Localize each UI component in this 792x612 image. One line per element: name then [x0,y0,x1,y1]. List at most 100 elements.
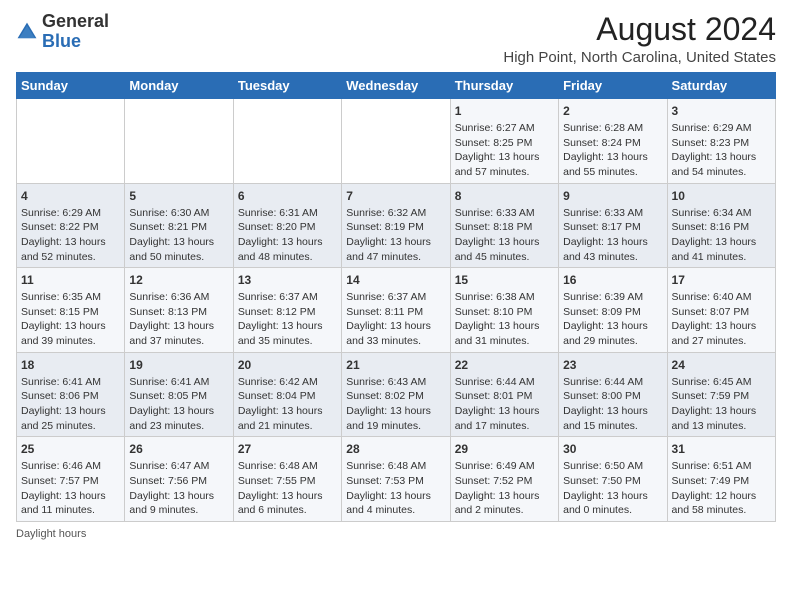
day-cell: 23Sunrise: 6:44 AMSunset: 8:00 PMDayligh… [559,352,667,437]
day-cell: 3Sunrise: 6:29 AMSunset: 8:23 PMDaylight… [667,99,775,184]
day-info: Sunrise: 6:28 AMSunset: 8:24 PMDaylight:… [563,121,662,180]
day-cell: 24Sunrise: 6:45 AMSunset: 7:59 PMDayligh… [667,352,775,437]
day-number: 13 [238,272,337,289]
day-cell: 14Sunrise: 6:37 AMSunset: 8:11 PMDayligh… [342,268,450,353]
col-header-saturday: Saturday [667,73,775,99]
day-number: 20 [238,357,337,374]
day-cell: 5Sunrise: 6:30 AMSunset: 8:21 PMDaylight… [125,183,233,268]
day-cell [17,99,125,184]
day-info: Sunrise: 6:27 AMSunset: 8:25 PMDaylight:… [455,121,554,180]
week-row-5: 25Sunrise: 6:46 AMSunset: 7:57 PMDayligh… [17,437,776,522]
day-cell: 12Sunrise: 6:36 AMSunset: 8:13 PMDayligh… [125,268,233,353]
day-number: 14 [346,272,445,289]
day-number: 11 [21,272,120,289]
day-info: Sunrise: 6:51 AMSunset: 7:49 PMDaylight:… [672,459,771,518]
day-number: 30 [563,441,662,458]
day-number: 8 [455,188,554,205]
day-cell: 9Sunrise: 6:33 AMSunset: 8:17 PMDaylight… [559,183,667,268]
day-cell: 19Sunrise: 6:41 AMSunset: 8:05 PMDayligh… [125,352,233,437]
subtitle: High Point, North Carolina, United State… [503,49,776,66]
day-cell: 16Sunrise: 6:39 AMSunset: 8:09 PMDayligh… [559,268,667,353]
day-number: 31 [672,441,771,458]
day-cell: 4Sunrise: 6:29 AMSunset: 8:22 PMDaylight… [17,183,125,268]
day-number: 21 [346,357,445,374]
logo-text: General Blue [42,12,109,52]
day-number: 15 [455,272,554,289]
day-cell: 2Sunrise: 6:28 AMSunset: 8:24 PMDaylight… [559,99,667,184]
day-info: Sunrise: 6:34 AMSunset: 8:16 PMDaylight:… [672,206,771,265]
day-cell: 20Sunrise: 6:42 AMSunset: 8:04 PMDayligh… [233,352,341,437]
day-info: Sunrise: 6:44 AMSunset: 8:00 PMDaylight:… [563,375,662,434]
day-info: Sunrise: 6:38 AMSunset: 8:10 PMDaylight:… [455,290,554,349]
day-info: Sunrise: 6:32 AMSunset: 8:19 PMDaylight:… [346,206,445,265]
day-cell: 21Sunrise: 6:43 AMSunset: 8:02 PMDayligh… [342,352,450,437]
day-info: Sunrise: 6:39 AMSunset: 8:09 PMDaylight:… [563,290,662,349]
week-row-1: 1Sunrise: 6:27 AMSunset: 8:25 PMDaylight… [17,99,776,184]
day-number: 26 [129,441,228,458]
day-number: 9 [563,188,662,205]
day-info: Sunrise: 6:50 AMSunset: 7:50 PMDaylight:… [563,459,662,518]
day-cell [125,99,233,184]
day-info: Sunrise: 6:33 AMSunset: 8:18 PMDaylight:… [455,206,554,265]
day-cell: 30Sunrise: 6:50 AMSunset: 7:50 PMDayligh… [559,437,667,522]
day-cell: 7Sunrise: 6:32 AMSunset: 8:19 PMDaylight… [342,183,450,268]
logo-icon [16,21,38,43]
day-number: 12 [129,272,228,289]
day-number: 2 [563,103,662,120]
week-row-3: 11Sunrise: 6:35 AMSunset: 8:15 PMDayligh… [17,268,776,353]
calendar: SundayMondayTuesdayWednesdayThursdayFrid… [16,72,776,522]
day-info: Sunrise: 6:46 AMSunset: 7:57 PMDaylight:… [21,459,120,518]
col-header-monday: Monday [125,73,233,99]
calendar-header: SundayMondayTuesdayWednesdayThursdayFrid… [17,73,776,99]
day-info: Sunrise: 6:37 AMSunset: 8:12 PMDaylight:… [238,290,337,349]
header-row: SundayMondayTuesdayWednesdayThursdayFrid… [17,73,776,99]
week-row-4: 18Sunrise: 6:41 AMSunset: 8:06 PMDayligh… [17,352,776,437]
day-info: Sunrise: 6:40 AMSunset: 8:07 PMDaylight:… [672,290,771,349]
day-info: Sunrise: 6:45 AMSunset: 7:59 PMDaylight:… [672,375,771,434]
col-header-friday: Friday [559,73,667,99]
day-cell: 28Sunrise: 6:48 AMSunset: 7:53 PMDayligh… [342,437,450,522]
day-number: 24 [672,357,771,374]
day-cell: 25Sunrise: 6:46 AMSunset: 7:57 PMDayligh… [17,437,125,522]
day-info: Sunrise: 6:29 AMSunset: 8:22 PMDaylight:… [21,206,120,265]
day-cell: 18Sunrise: 6:41 AMSunset: 8:06 PMDayligh… [17,352,125,437]
day-cell: 6Sunrise: 6:31 AMSunset: 8:20 PMDaylight… [233,183,341,268]
logo-general: General [42,11,109,31]
day-number: 18 [21,357,120,374]
day-info: Sunrise: 6:42 AMSunset: 8:04 PMDaylight:… [238,375,337,434]
day-info: Sunrise: 6:36 AMSunset: 8:13 PMDaylight:… [129,290,228,349]
col-header-tuesday: Tuesday [233,73,341,99]
day-number: 1 [455,103,554,120]
day-cell: 11Sunrise: 6:35 AMSunset: 8:15 PMDayligh… [17,268,125,353]
day-cell: 17Sunrise: 6:40 AMSunset: 8:07 PMDayligh… [667,268,775,353]
day-cell: 29Sunrise: 6:49 AMSunset: 7:52 PMDayligh… [450,437,558,522]
day-number: 10 [672,188,771,205]
day-number: 3 [672,103,771,120]
day-info: Sunrise: 6:48 AMSunset: 7:53 PMDaylight:… [346,459,445,518]
day-info: Sunrise: 6:29 AMSunset: 8:23 PMDaylight:… [672,121,771,180]
logo-blue: Blue [42,31,81,51]
footer-note: Daylight hours [16,528,776,540]
calendar-body: 1Sunrise: 6:27 AMSunset: 8:25 PMDaylight… [17,99,776,522]
daylight-label: Daylight hours [16,528,86,540]
day-cell: 1Sunrise: 6:27 AMSunset: 8:25 PMDaylight… [450,99,558,184]
day-number: 22 [455,357,554,374]
day-info: Sunrise: 6:49 AMSunset: 7:52 PMDaylight:… [455,459,554,518]
day-cell [233,99,341,184]
day-info: Sunrise: 6:41 AMSunset: 8:05 PMDaylight:… [129,375,228,434]
day-cell: 27Sunrise: 6:48 AMSunset: 7:55 PMDayligh… [233,437,341,522]
day-cell: 13Sunrise: 6:37 AMSunset: 8:12 PMDayligh… [233,268,341,353]
day-number: 5 [129,188,228,205]
week-row-2: 4Sunrise: 6:29 AMSunset: 8:22 PMDaylight… [17,183,776,268]
day-number: 16 [563,272,662,289]
day-number: 23 [563,357,662,374]
day-info: Sunrise: 6:30 AMSunset: 8:21 PMDaylight:… [129,206,228,265]
day-number: 4 [21,188,120,205]
day-number: 6 [238,188,337,205]
day-number: 25 [21,441,120,458]
day-number: 27 [238,441,337,458]
day-cell [342,99,450,184]
day-cell: 22Sunrise: 6:44 AMSunset: 8:01 PMDayligh… [450,352,558,437]
day-number: 29 [455,441,554,458]
day-cell: 15Sunrise: 6:38 AMSunset: 8:10 PMDayligh… [450,268,558,353]
